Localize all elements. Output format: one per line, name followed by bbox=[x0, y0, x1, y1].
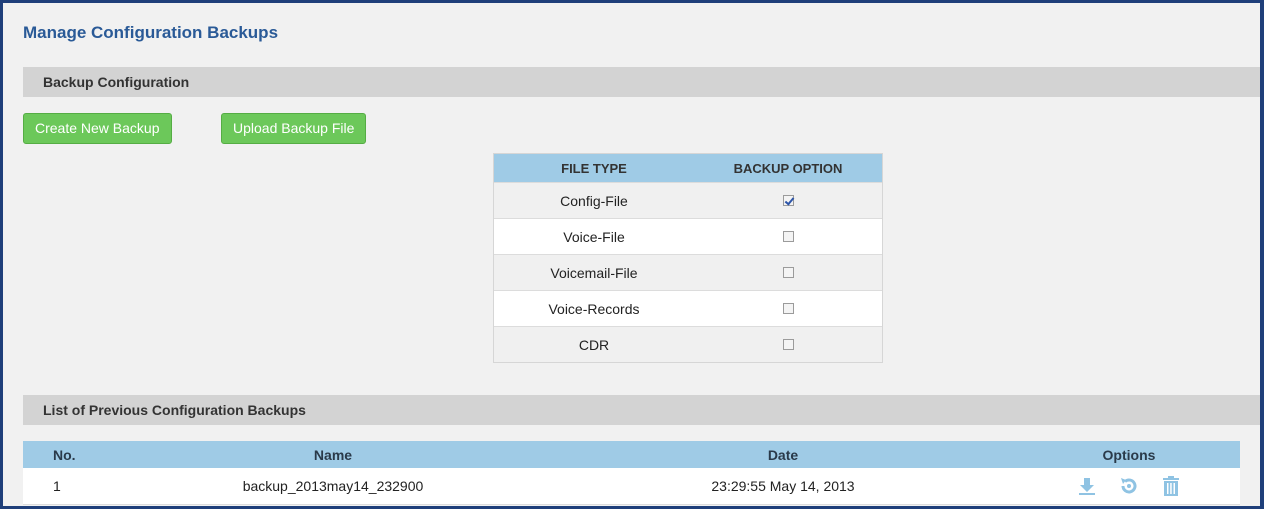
backup-date: 23:29:55 May 14, 2013 bbox=[711, 478, 855, 494]
table-body: 1 backup_2013may14_232900 23:29:55 May 14,… bbox=[23, 468, 1240, 505]
upload-backup-file-button[interactable]: Upload Backup File bbox=[221, 113, 367, 144]
backup-option-cell bbox=[694, 183, 882, 218]
file-type-label: Voice-File bbox=[563, 228, 625, 245]
create-new-backup-button[interactable]: Create New Backup bbox=[23, 113, 172, 144]
backup-option-checkbox[interactable] bbox=[782, 231, 794, 242]
date-header: Date bbox=[767, 446, 799, 463]
backup-option-cell bbox=[694, 327, 882, 362]
backup-page: Manage Configuration Backups Backup Conf… bbox=[3, 3, 1260, 506]
table-body: Config-File Voice-File Voicemail-File Voice… bbox=[494, 182, 882, 362]
section-heading: Backup Configuration bbox=[43, 74, 190, 90]
delete-icon[interactable] bbox=[1159, 474, 1183, 498]
backup-option-checkbox[interactable] bbox=[782, 339, 794, 350]
backup-option-row: Voicemail-File bbox=[494, 254, 882, 290]
backup-option-cell bbox=[694, 291, 882, 326]
backup-option-checkbox[interactable] bbox=[782, 303, 794, 314]
table-row: 1 backup_2013may14_232900 23:29:55 May 14,… bbox=[23, 468, 1240, 505]
row-options bbox=[1018, 474, 1240, 498]
backup-option-row: CDR bbox=[494, 326, 882, 362]
options-header: Options bbox=[1102, 446, 1156, 463]
backup-configuration-header: Backup Configuration bbox=[23, 67, 1260, 97]
backup-option-row: Config-File bbox=[494, 182, 882, 218]
download-icon[interactable] bbox=[1075, 474, 1099, 498]
file-type-label: Voice-Records bbox=[548, 300, 640, 317]
restore-icon[interactable] bbox=[1117, 474, 1141, 498]
backup-option-cell bbox=[694, 255, 882, 290]
table-header: No. Name Date Options bbox=[23, 441, 1240, 468]
backup-option-header: BACKUP OPTION bbox=[733, 160, 843, 176]
name-header: Name bbox=[313, 446, 353, 463]
backup-option-checkbox[interactable] bbox=[782, 195, 794, 206]
file-type-header: FILE TYPE bbox=[561, 160, 627, 176]
file-type-label: CDR bbox=[578, 336, 610, 353]
row-number: 1 bbox=[53, 478, 61, 494]
backup-option-checkbox[interactable] bbox=[782, 267, 794, 278]
previous-backups-header: List of Previous Configuration Backups bbox=[23, 395, 1260, 425]
no-header: No. bbox=[53, 446, 76, 463]
table-header: FILE TYPE BACKUP OPTION bbox=[494, 154, 882, 182]
page-title: Manage Configuration Backups bbox=[23, 23, 279, 42]
backup-option-cell bbox=[694, 219, 882, 254]
backup-name: backup_2013may14_232900 bbox=[242, 478, 424, 494]
backup-option-row: Voice-File bbox=[494, 218, 882, 254]
file-type-label: Config-File bbox=[560, 192, 628, 209]
file-type-label: Voicemail-File bbox=[550, 264, 638, 281]
section-heading: List of Previous Configuration Backups bbox=[43, 402, 306, 418]
backup-option-row: Voice-Records bbox=[494, 290, 882, 326]
previous-backups-table: No. Name Date Options 1 backup_2013may14_… bbox=[23, 441, 1240, 505]
backup-options-table: FILE TYPE BACKUP OPTION Config-File Voice… bbox=[493, 153, 883, 363]
